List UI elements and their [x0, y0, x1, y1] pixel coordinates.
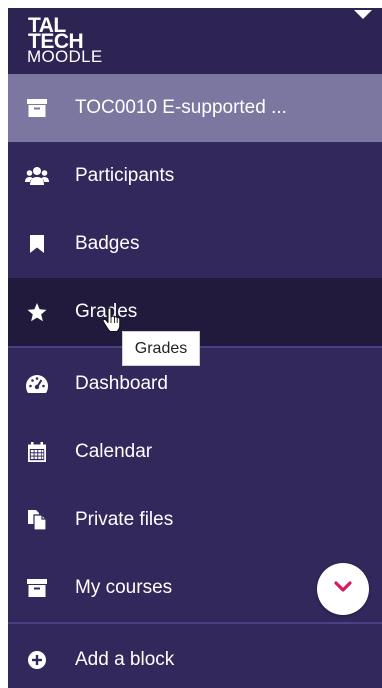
- users-icon: [25, 164, 49, 188]
- nav-item-label: Add a block: [75, 649, 175, 670]
- calendar-icon: [25, 440, 49, 464]
- nav-item-add-block[interactable]: Add a block: [8, 626, 382, 688]
- logo-text-moodle: MOODLE: [27, 47, 103, 66]
- star-icon: [25, 300, 49, 324]
- nav-divider: [8, 622, 382, 624]
- archive-icon: [25, 576, 49, 600]
- files-icon: [25, 508, 49, 532]
- nav-item-label: Dashboard: [75, 373, 168, 394]
- tooltip-grades: Grades: [122, 331, 200, 366]
- nav-item-label: Participants: [75, 165, 175, 186]
- nav-item-participants[interactable]: Participants: [8, 142, 382, 210]
- caret-down-icon[interactable]: [354, 10, 372, 19]
- chevron-down-icon: [334, 580, 352, 598]
- bookmark-icon: [25, 232, 49, 256]
- nav-item-label: Calendar: [75, 441, 153, 462]
- nav-item-course[interactable]: TOC0010 E-supported ...: [8, 74, 382, 142]
- plus-circle-icon: [25, 648, 49, 672]
- nav-item-private-files[interactable]: Private files: [8, 486, 382, 554]
- logo-header[interactable]: TAL TECH MOODLE: [8, 8, 382, 74]
- nav-item-badges[interactable]: Badges: [8, 210, 382, 278]
- nav-item-label: My courses: [75, 577, 173, 598]
- hand-cursor-icon: [102, 307, 121, 333]
- nav-item-label: Badges: [75, 233, 140, 254]
- nav-item-label: TOC0010 E-supported ...: [75, 97, 287, 118]
- dashboard-gauge-icon: [25, 372, 49, 396]
- nav-item-label: Private files: [75, 509, 174, 530]
- nav-item-calendar[interactable]: Calendar: [8, 418, 382, 486]
- scroll-down-button[interactable]: [317, 563, 369, 615]
- archive-icon: [25, 96, 49, 120]
